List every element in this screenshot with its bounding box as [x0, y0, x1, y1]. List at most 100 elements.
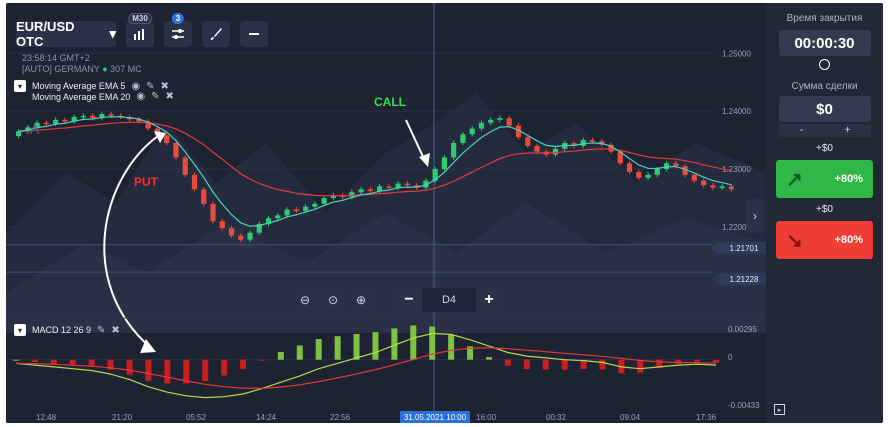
- expiry-time-field[interactable]: 00:00:30: [778, 30, 871, 56]
- macd-hist-down: [164, 359, 171, 384]
- bear-candle: [673, 163, 679, 167]
- bear-candle: [219, 221, 225, 229]
- bull-candle: [654, 169, 660, 175]
- bear-candle: [238, 235, 244, 240]
- amount-increase-button[interactable]: +: [824, 124, 871, 137]
- bull-candle: [395, 183, 401, 188]
- bear-candle: [164, 135, 170, 143]
- bear-candle: [210, 203, 216, 222]
- eye-icon[interactable]: ◉: [131, 81, 140, 92]
- drawing-tools-button[interactable]: [202, 21, 230, 47]
- bull-candle: [312, 203, 318, 207]
- bear-candle: [367, 189, 373, 192]
- macd-label: MACD 12 26 9: [32, 325, 92, 335]
- price-tick-label: 1.25000: [722, 49, 751, 58]
- time-tick-label: 05:52: [186, 413, 207, 422]
- chart-window: 1.25000 1.24000 1.23000 1.22000 A PUT CALL 0.00…: [6, 3, 883, 423]
- bull-candle: [53, 119, 59, 124]
- eye-icon[interactable]: ◉: [136, 91, 145, 102]
- expiry-label: Время закрытия: [786, 13, 863, 24]
- chart-toolbar: EUR/USD OTC ▾ M30 3: [16, 13, 268, 49]
- bull-candle: [478, 122, 485, 129]
- bear-candle: [173, 143, 179, 158]
- timeframe-stepper: − D4 +: [396, 288, 502, 312]
- chevron-down-icon[interactable]: ▾: [14, 324, 26, 336]
- bull-candle: [321, 198, 327, 204]
- chart-nav: ⊖ ⊙ ⊕ − D4 +: [294, 288, 502, 312]
- pencil-icon[interactable]: ✎: [151, 91, 159, 102]
- bear-candle: [182, 157, 188, 175]
- amount-decrease-button[interactable]: -: [778, 124, 825, 137]
- asset-selector[interactable]: EUR/USD OTC ▾: [16, 19, 116, 49]
- chevron-down-icon[interactable]: ▾: [14, 80, 26, 92]
- price-level-badge: 1.21228: [718, 273, 766, 285]
- call-annotation: CALL: [374, 95, 406, 109]
- macd-hist-down: [126, 359, 133, 375]
- zoom-fit-icon[interactable]: ⊙: [322, 289, 344, 311]
- time-tick-label: 14:24: [256, 413, 277, 422]
- zoom-out-icon[interactable]: ⊖: [294, 289, 316, 311]
- expiry-clock-control[interactable]: [766, 57, 883, 75]
- timeframe-increase-button[interactable]: +: [476, 288, 502, 312]
- bear-candle: [525, 137, 531, 146]
- bear-candle: [90, 115, 96, 119]
- pencil-icon[interactable]: ✎: [146, 81, 154, 92]
- close-icon[interactable]: ✖: [166, 91, 174, 102]
- sliders-icon: [172, 29, 184, 39]
- macd-hist-up: [277, 351, 284, 360]
- macd-hist-down: [542, 359, 549, 370]
- macd-hist-up: [13, 359, 19, 361]
- bear-candle: [228, 228, 235, 236]
- bear-candle: [589, 140, 596, 142]
- macd-hist-down: [50, 359, 57, 364]
- bear-candle: [626, 163, 633, 172]
- indicator-row-macd[interactable]: ▾ MACD 12 26 9 ✎ ✖: [14, 324, 120, 336]
- bull-candle: [16, 131, 22, 137]
- bull-candle: [302, 206, 309, 211]
- indicator-label: Moving Average EMA 20: [32, 91, 131, 102]
- timeframe-decrease-button[interactable]: −: [396, 288, 422, 312]
- call-button[interactable]: ↗ +80%: [776, 160, 873, 198]
- time-tick-label: 09:04: [620, 413, 641, 422]
- timeframe-badge: M30: [128, 13, 152, 24]
- close-icon[interactable]: ✖: [111, 325, 119, 336]
- bull-candle: [349, 192, 355, 197]
- macd-hist-up: [334, 336, 341, 360]
- time-tick-label: 12:48: [36, 413, 57, 422]
- macd-hist-down: [523, 359, 530, 370]
- amount-stepper: - +: [778, 124, 871, 137]
- zoom-in-icon[interactable]: ⊕: [350, 289, 372, 311]
- macd-hist-down: [69, 359, 76, 366]
- bull-candle: [358, 189, 364, 193]
- macd-hist-down: [637, 359, 644, 373]
- bull-candle: [719, 186, 725, 188]
- pencil-icon[interactable]: ✎: [97, 325, 105, 336]
- close-icon[interactable]: ✖: [161, 81, 169, 92]
- indicator-row-ema20[interactable]: Moving Average EMA 20 ◉ ✎ ✖: [32, 91, 174, 102]
- put-button[interactable]: ↘ +80%: [776, 221, 873, 259]
- bull-candle: [80, 115, 87, 118]
- indicator-label: Moving Average EMA 5: [32, 81, 126, 91]
- ping-dot-icon: ●: [102, 64, 108, 74]
- macd-hist-down: [504, 359, 511, 366]
- remove-button[interactable]: [240, 21, 268, 47]
- bull-candle: [552, 148, 559, 155]
- macd-hist-up: [485, 357, 492, 360]
- chart-type-button[interactable]: M30: [126, 13, 154, 47]
- macd-hist-up: [372, 332, 379, 360]
- chevron-right-icon[interactable]: ›: [746, 199, 764, 233]
- asset-label: EUR/USD OTC: [16, 19, 75, 49]
- indicators-button[interactable]: 3: [164, 13, 192, 47]
- expand-icon[interactable]: ▸: [774, 404, 785, 415]
- chart-area[interactable]: 1.25000 1.24000 1.23000 1.22000 A PUT CALL 0.00…: [6, 3, 766, 423]
- bear-candle: [728, 186, 734, 190]
- trade-panel: Время закрытия 00:00:30 Сумма сделки $0 …: [766, 3, 883, 423]
- server-location: [AUTO] GERMANY ● 307 MC: [22, 64, 142, 74]
- macd-hist-down: [599, 359, 606, 370]
- bull-candle: [275, 215, 281, 219]
- bull-candle: [497, 118, 503, 120]
- bear-candle: [386, 186, 392, 188]
- amount-field[interactable]: $0: [778, 96, 871, 122]
- macd-hist-down: [258, 359, 265, 361]
- bear-candle: [293, 209, 299, 212]
